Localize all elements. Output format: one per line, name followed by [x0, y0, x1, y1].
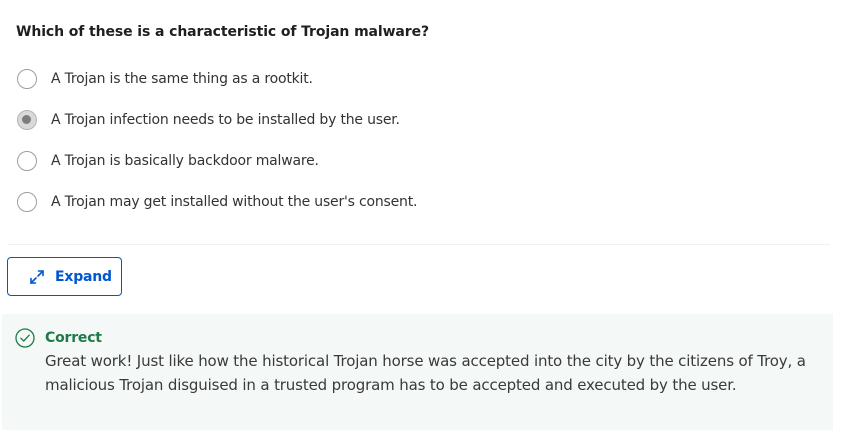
expand-button-label: Expand	[55, 268, 112, 285]
answer-option-label: A Trojan is the same thing as a rootkit.	[51, 70, 313, 87]
answer-option-label: A Trojan is basically backdoor malware.	[51, 152, 319, 169]
answer-option-selected[interactable]: A Trojan infection needs to be installed…	[17, 99, 817, 140]
check-circle-icon	[15, 328, 35, 348]
feedback-panel: Correct Great work! Just like how the hi…	[2, 314, 833, 430]
radio-button[interactable]	[17, 191, 37, 212]
expand-button[interactable]: Expand	[7, 257, 122, 296]
answer-option[interactable]: A Trojan is the same thing as a rootkit.	[17, 58, 817, 99]
expand-arrows-icon	[25, 265, 49, 289]
answer-option[interactable]: A Trojan may get installed without the u…	[17, 181, 817, 222]
radio-button[interactable]	[17, 68, 37, 89]
answer-option[interactable]: A Trojan is basically backdoor malware.	[17, 140, 817, 181]
question-text: Which of these is a characteristic of Tr…	[16, 24, 430, 40]
answer-options: A Trojan is the same thing as a rootkit.…	[17, 58, 817, 222]
answer-option-label: A Trojan may get installed without the u…	[51, 193, 418, 210]
radio-button[interactable]	[17, 150, 37, 171]
feedback-message: Great work! Just like how the historical…	[45, 352, 806, 394]
section-divider	[8, 244, 830, 245]
radio-button-checked[interactable]	[17, 109, 37, 130]
feedback-status: Correct	[45, 330, 102, 346]
answer-option-label: A Trojan infection needs to be installed…	[51, 111, 400, 128]
